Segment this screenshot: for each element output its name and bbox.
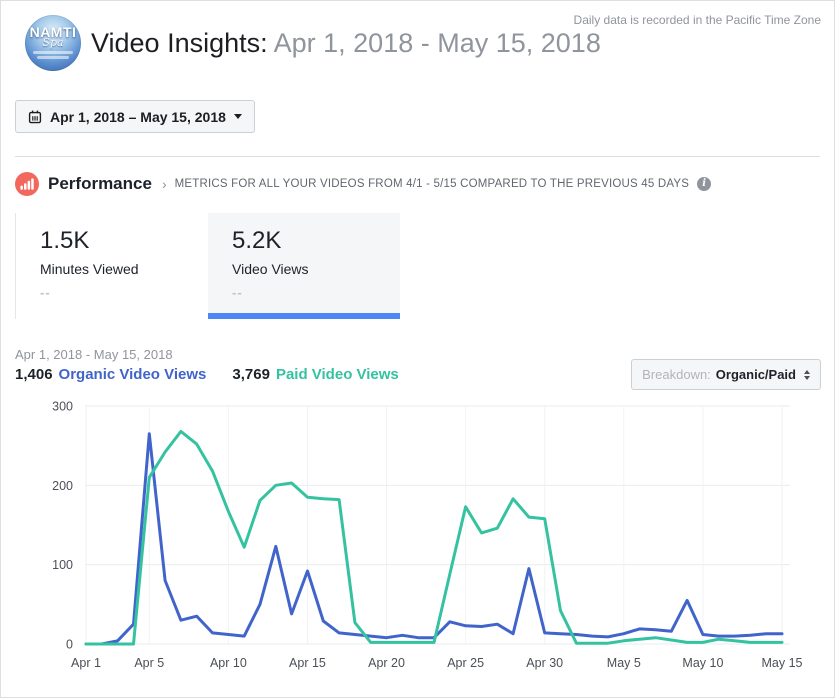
logo-text-line [36, 56, 70, 59]
paid-total: 3,769 [232, 366, 270, 383]
performance-subtitle: METRICS FOR ALL YOUR VIDEOS FROM 4/1 - 5… [174, 178, 690, 190]
chevron-down-icon [233, 114, 242, 119]
x-axis-label: May 5 [607, 656, 641, 670]
organic-views-line[interactable] [84, 432, 784, 646]
performance-title: Performance [48, 174, 152, 193]
breakdown-value: Organic/Paid [715, 367, 796, 382]
page-title: Video Insights: Apr 1, 2018 - May 15, 201… [91, 28, 601, 59]
page-title-label: Video Insights: [91, 28, 268, 58]
x-axis-label: Apr 5 [134, 656, 164, 670]
organic-total: 1,406 [15, 366, 53, 383]
y-axis-label: 200 [52, 479, 73, 493]
x-axis-label: Apr 10 [210, 656, 247, 670]
breakdown-select[interactable]: Breakdown: Organic/Paid [631, 359, 821, 390]
video-insights-page: NAMTI Spa Video Insights: Apr 1, 2018 - M… [0, 0, 835, 698]
metric-delta: -- [232, 285, 243, 300]
tab-minutes-viewed[interactable]: 1.5K Minutes Viewed -- [16, 213, 208, 319]
date-range-picker-button[interactable]: Apr 1, 2018 – May 15, 2018 [15, 100, 255, 133]
chevron-right-icon: › [161, 176, 167, 192]
metric-label: Video Views [232, 261, 309, 277]
calendar-icon [28, 110, 42, 123]
metric-value: 5.2K [232, 227, 282, 254]
metric-tabs: 1.5K Minutes Viewed -- 5.2K Video Views … [15, 213, 400, 319]
page-title-range: Apr 1, 2018 - May 15, 2018 [273, 28, 601, 58]
views-line-chart[interactable]: 0 100 200 300 Apr 1 Apr 5 Apr 10 Apr 15 Apr 20 Ap… [1, 394, 835, 689]
info-icon[interactable]: i [697, 177, 712, 191]
metric-delta: -- [40, 285, 51, 300]
x-axis-label: May 15 [762, 656, 803, 670]
paid-views-line[interactable] [84, 429, 784, 646]
paid-legend-label: Paid Video Views [275, 366, 399, 383]
select-arrows-icon [804, 369, 810, 380]
y-axis-label: 0 [66, 638, 73, 652]
metric-value: 1.5K [40, 227, 90, 254]
tab-video-views[interactable]: 5.2K Video Views -- [208, 213, 400, 319]
organic-legend-label: Organic Video Views [58, 366, 207, 383]
metric-label: Minutes Viewed [40, 261, 139, 277]
x-axis-label: Apr 30 [526, 656, 563, 670]
selected-tab-indicator [208, 313, 400, 319]
x-axis-label: May 10 [682, 656, 723, 670]
x-axis-label: Apr 15 [289, 656, 326, 670]
chart-date-range: Apr 1, 2018 - May 15, 2018 [15, 347, 173, 362]
chart-legend: 1,406 Organic Video Views 3,769 Paid Vid… [15, 366, 399, 383]
y-axis-label: 300 [52, 400, 73, 414]
section-divider [15, 156, 820, 157]
x-axis-label: Apr 1 [71, 656, 101, 670]
y-axis-label: 100 [52, 558, 73, 572]
timezone-note: Daily data is recorded in the Pacific Ti… [573, 13, 821, 27]
date-range-label: Apr 1, 2018 – May 15, 2018 [50, 108, 226, 125]
performance-chart-icon [15, 172, 39, 196]
logo-text-line [32, 51, 74, 54]
x-axis-label: Apr 20 [368, 656, 405, 670]
performance-section-header: Performance › METRICS FOR ALL YOUR VIDEO… [15, 171, 820, 197]
x-axis-label: Apr 25 [447, 656, 484, 670]
breakdown-label: Breakdown: [642, 367, 711, 382]
namti-page-avatar[interactable]: NAMTI Spa [25, 15, 81, 71]
